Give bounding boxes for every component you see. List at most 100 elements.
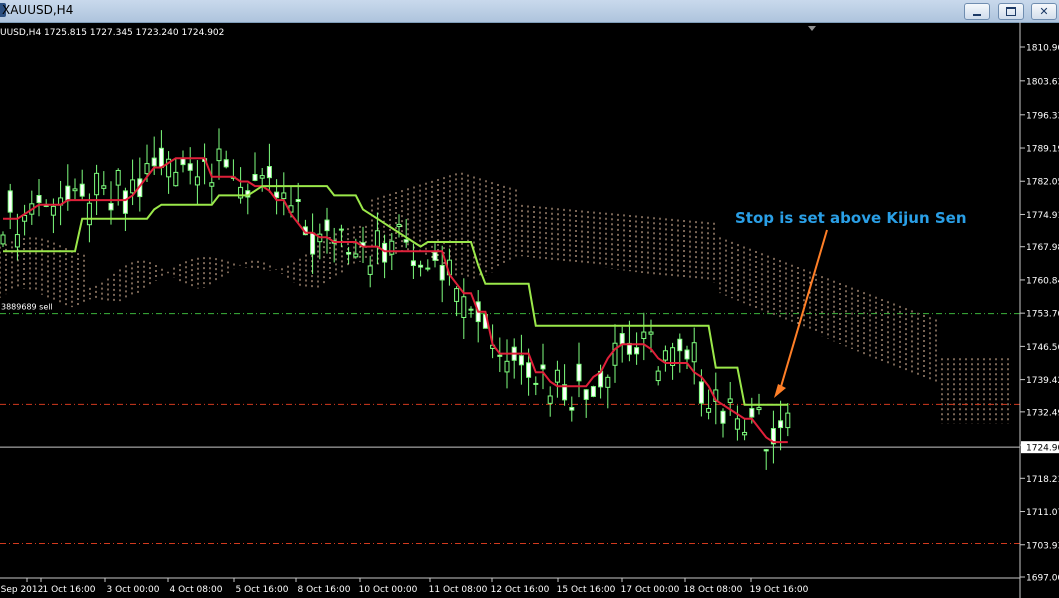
price-tick-label: 1711.07 [1026,508,1059,518]
candle-body [648,331,654,335]
candle-body [612,342,618,366]
time-tick-label: 17 Oct 00:00 [621,585,680,595]
candle-body [749,408,755,418]
candle-body [158,147,164,168]
price-tick-label: 1789.19 [1026,145,1059,155]
price-tick-label: 1703.93 [1026,541,1059,551]
candle-body [742,431,748,436]
price-chart[interactable]: 3889689 sell Stop is set above Kijun Sen… [0,22,1059,598]
candle-body [698,381,704,404]
price-tick-label: 1760.84 [1026,276,1059,286]
price-tick-label: 1796.33 [1026,111,1059,121]
candle-body [50,205,56,216]
candle-body [266,166,272,179]
candle-body [346,251,352,255]
candle-body [418,264,424,268]
time-tick-label: 15 Oct 16:00 [557,585,616,595]
candle-body [72,188,78,192]
candle-body [533,382,539,385]
candle-body [310,232,316,255]
candle-body [720,410,726,424]
time-tick-label: 8 Oct 16:00 [298,585,351,595]
shift-marker-icon [808,26,816,31]
price-tick-label: 1697.00 [1026,574,1059,584]
annotation-arrow-head [774,384,786,398]
candle-body [425,267,431,270]
candle-body [36,194,42,204]
candle-body [281,192,287,200]
candle-body [504,360,510,373]
order-label: 3889689 sell [1,303,53,312]
candle-body [338,228,344,231]
candle-body [410,260,416,267]
candle-body [727,398,733,403]
tenkan-sen-line [3,157,788,444]
candle-body [367,265,373,275]
close-icon: ✕ [1039,5,1049,18]
time-tick-label: 12 Oct 16:00 [491,585,550,595]
ichimoku-lines [3,157,788,444]
candle-body [101,185,107,189]
candle-body [655,370,661,382]
info-line: UUSD,H4 1725.815 1727.345 1723.240 1724.… [0,28,225,38]
price-tick-label: 1718.21 [1026,475,1059,485]
window-titlebar[interactable]: XAUUSD,H4 ✕ [0,0,1059,23]
candle-body [94,172,100,196]
price-axis: 1810.90 1803.63 1796.33 1789.19 1782.05 1774.… [1019,22,1059,598]
candle-body [223,159,229,168]
time-tick-label: 4 Oct 08:00 [170,585,223,595]
time-tick-label: 1 Oct 16:00 [43,585,96,595]
candle-body [684,349,690,360]
time-tick-label: 5 Oct 16:00 [236,585,289,595]
candle-body [518,355,524,366]
candle-body [122,190,128,214]
time-tick-label: 10 Oct 00:00 [359,585,418,595]
candle-body [778,420,784,429]
candle-body [590,386,596,397]
minimize-icon [973,13,981,16]
candle-body [374,230,380,248]
candles [0,128,791,470]
candle-body [65,185,71,202]
candle-body [605,376,611,388]
candle-body [209,182,215,187]
candle-body [706,408,712,413]
annotation-text: Stop is set above Kijun Sen [735,209,967,227]
price-tick-label: 1810.90 [1026,44,1059,54]
candle-body [662,350,668,361]
price-tick-label: 1767.98 [1026,243,1059,253]
candle-body [497,354,503,357]
candle-body [734,418,740,430]
candle-body [540,364,546,370]
candle-body [252,173,258,181]
candle-body [14,234,20,248]
candle-body [194,176,200,186]
time-tick-label: 18 Oct 08:00 [684,585,743,595]
candle-body [763,449,769,452]
candle-body [583,389,589,400]
candle-body [526,362,532,378]
candle-body [468,308,474,311]
price-tick-label: 1746.56 [1026,343,1059,353]
candle-body [173,171,179,187]
candle-body [187,163,193,171]
candle-body [79,183,85,197]
price-tick-label: 1782.05 [1026,178,1059,188]
candle-body [547,395,553,404]
restore-button[interactable] [998,3,1024,20]
candle-body [216,148,222,162]
price-tick-label: 1774.91 [1026,211,1059,221]
candle-body [144,163,150,175]
kijun-sen-line [3,185,788,406]
candle-body [115,169,121,186]
minimize-button[interactable] [964,3,990,20]
candle-body [108,202,114,211]
close-button[interactable]: ✕ [1031,3,1057,20]
current-price-label: 1724.90 [1026,444,1059,454]
candle-body [756,407,762,411]
candle-body [569,407,575,411]
annotation-arrow [779,229,828,391]
candle-body [382,242,388,263]
candle-body [295,199,301,203]
restore-icon [1006,7,1016,16]
